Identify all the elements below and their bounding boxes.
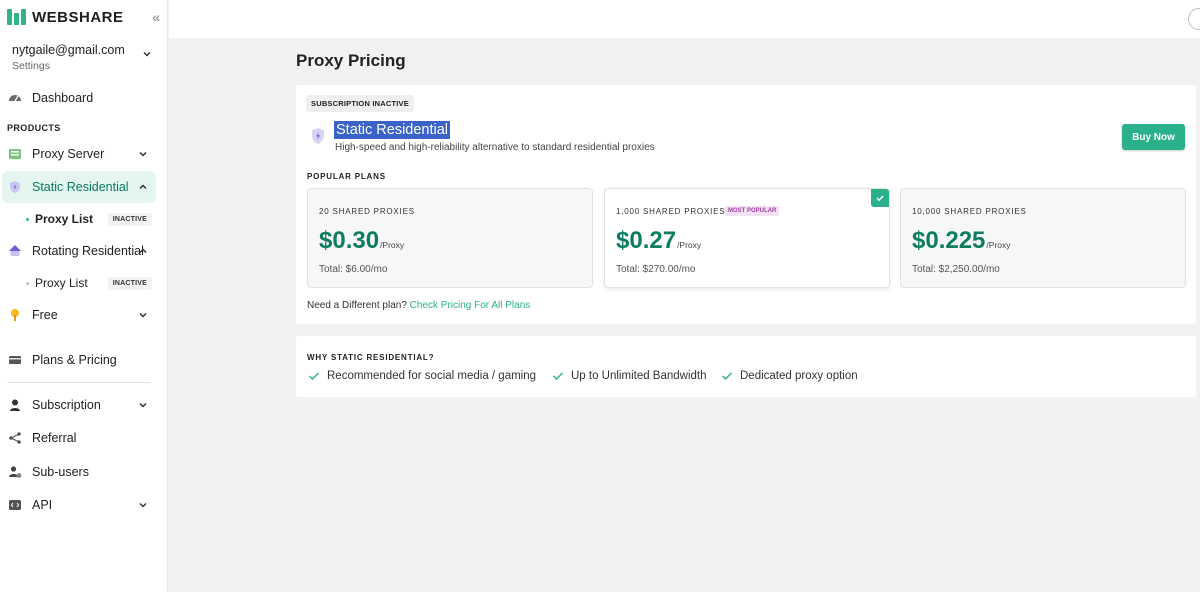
- plan-total: Total: $6.00/mo: [319, 264, 388, 275]
- chevron-up-icon: [138, 246, 148, 256]
- sidebar-item-dashboard[interactable]: Dashboard: [2, 82, 156, 114]
- plan-card-10000[interactable]: 10,000 SHARED PROXIES $0.225/Proxy Total…: [900, 188, 1186, 288]
- speedometer-icon: [8, 91, 22, 105]
- plan-name: 20 SHARED PROXIES: [319, 207, 415, 216]
- double-chevron-left-icon[interactable]: «: [152, 8, 160, 26]
- check-icon: [308, 370, 320, 382]
- credit-card-icon: [8, 353, 22, 367]
- sidebar-subitem-label: Proxy List: [35, 276, 88, 290]
- sidebar-item-plans-pricing[interactable]: Plans & Pricing: [2, 344, 156, 376]
- different-plan-text: Need a Different plan? Check Pricing For…: [307, 300, 530, 311]
- check-pricing-link[interactable]: Check Pricing For All Plans: [410, 300, 531, 311]
- section-products-label: PRODUCTS: [7, 123, 61, 133]
- chevron-down-icon[interactable]: [142, 49, 152, 59]
- plan-card-1000[interactable]: 1,000 SHARED PROXIES MOST POPULAR $0.27/…: [604, 188, 890, 288]
- different-plan-label: Need a Different plan?: [307, 300, 407, 311]
- sidebar-item-rotating-residential[interactable]: Rotating Residential: [2, 235, 156, 267]
- sidebar-item-sub-users[interactable]: Sub-users: [2, 456, 156, 488]
- sidebar-item-label: Dashboard: [32, 91, 94, 105]
- sidebar-divider: [7, 382, 150, 383]
- why-item-label: Recommended for social media / gaming: [327, 370, 537, 382]
- plan-price: $0.27/Proxy: [616, 227, 702, 254]
- sidebar-item-label: Subscription: [32, 398, 101, 412]
- plan-name: 1,000 SHARED PROXIES: [616, 207, 726, 216]
- subscription-status-badge: SUBSCRIPTION INACTIVE: [306, 95, 414, 112]
- account-menu[interactable]: nytgaile@gmail.com Settings: [12, 43, 152, 72]
- product-title: Static Residential: [334, 121, 451, 139]
- why-item-label: Dedicated proxy option: [740, 370, 858, 382]
- why-label: WHY STATIC RESIDENTIAL?: [307, 353, 435, 362]
- chevron-down-icon: [138, 149, 148, 159]
- sidebar-subitem-label: Proxy List: [35, 212, 94, 226]
- product-card: SUBSCRIPTION INACTIVE Static Residential…: [296, 85, 1196, 324]
- sidebar-item-static-residential[interactable]: Static Residential: [2, 171, 156, 203]
- sidebar-item-label: Referral: [32, 431, 77, 445]
- chevron-down-icon: [138, 400, 148, 410]
- bullet-dot: [26, 281, 29, 285]
- bullet-dot: [26, 217, 29, 221]
- brand-logo[interactable]: WEBSHARE «: [7, 8, 162, 26]
- check-icon: [721, 370, 733, 382]
- chevron-down-icon: [138, 310, 148, 320]
- user-icon: [8, 398, 22, 412]
- sidebar-item-label: Rotating Residential: [32, 244, 144, 258]
- why-card: WHY STATIC RESIDENTIAL? Recommended for …: [296, 336, 1196, 397]
- plan-card-20[interactable]: 20 SHARED PROXIES $0.30/Proxy Total: $6.…: [307, 188, 593, 288]
- plan-price: $0.30/Proxy: [319, 227, 405, 254]
- webshare-logo-icon: [7, 9, 27, 25]
- sidebar-item-label: API: [32, 498, 53, 512]
- why-item-label: Up to Unlimited Bandwidth: [571, 370, 707, 382]
- why-item: Dedicated proxy option: [721, 370, 858, 382]
- chevron-down-icon: [138, 500, 148, 510]
- why-item: Recommended for social media / gaming: [308, 370, 536, 382]
- plan-total: Total: $2,250.00/mo: [912, 264, 1000, 275]
- sidebar-item-label: Free: [32, 308, 58, 322]
- popular-plans-label: POPULAR PLANS: [307, 172, 386, 181]
- sidebar-item-free[interactable]: Free: [2, 299, 156, 331]
- top-bar: [169, 0, 1200, 38]
- shield-icon: [310, 127, 326, 145]
- account-email: nytgaile@gmail.com: [12, 43, 125, 57]
- brand-name: WEBSHARE: [32, 8, 124, 26]
- buy-now-button[interactable]: Buy Now: [1122, 124, 1185, 150]
- plan-price: $0.225/Proxy: [912, 227, 1011, 254]
- status-badge: INACTIVE: [107, 212, 152, 226]
- selected-check-icon: [871, 189, 889, 207]
- profile-avatar-button[interactable]: [1188, 8, 1200, 30]
- sidebar: WEBSHARE « nytgaile@gmail.com Settings D…: [0, 0, 168, 592]
- product-description: High-speed and high-reliability alternat…: [335, 142, 655, 153]
- share-icon: [8, 431, 22, 445]
- sidebar-item-subscription[interactable]: Subscription: [2, 389, 156, 421]
- server-icon: [8, 147, 22, 161]
- sidebar-item-label: Proxy Server: [32, 147, 105, 161]
- chevron-up-icon: [138, 182, 148, 192]
- sidebar-item-label: Sub-users: [32, 465, 89, 479]
- sidebar-item-api[interactable]: API: [2, 489, 156, 521]
- most-popular-badge: MOST POPULAR: [725, 206, 780, 216]
- sidebar-item-label: Static Residential: [32, 180, 129, 194]
- gift-icon: [8, 308, 22, 322]
- shield-icon: [8, 180, 22, 194]
- users-gear-icon: [8, 465, 22, 479]
- status-badge: INACTIVE: [107, 276, 152, 290]
- sidebar-item-label: Plans & Pricing: [32, 353, 117, 367]
- sidebar-subitem-static-proxy-list[interactable]: Proxy List INACTIVE: [26, 209, 152, 229]
- plan-total: Total: $270.00/mo: [616, 264, 696, 275]
- sidebar-item-referral[interactable]: Referral: [2, 422, 156, 454]
- code-icon: [8, 498, 22, 512]
- why-item: Up to Unlimited Bandwidth: [552, 370, 707, 382]
- account-settings-link[interactable]: Settings: [12, 60, 152, 72]
- check-icon: [552, 370, 564, 382]
- plan-name: 10,000 SHARED PROXIES: [912, 207, 1027, 216]
- page-title: Proxy Pricing: [296, 51, 406, 70]
- sidebar-subitem-rotating-proxy-list[interactable]: Proxy List INACTIVE: [26, 273, 152, 293]
- sidebar-item-proxy-server[interactable]: Proxy Server: [2, 138, 156, 170]
- rotate-house-icon: [8, 244, 22, 258]
